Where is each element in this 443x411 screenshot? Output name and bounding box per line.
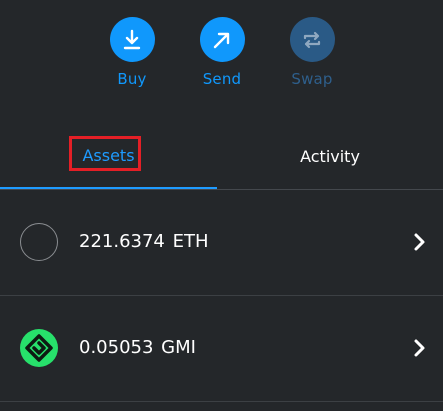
send-icon-circle[interactable] (199, 17, 245, 62)
send-button[interactable]: Send (182, 17, 262, 92)
send-label: Send (202, 70, 242, 88)
action-bar: Buy Send Swap (0, 17, 443, 97)
swap-icon-circle[interactable] (289, 17, 335, 62)
download-arrow-icon (123, 29, 141, 49)
asset-amount: 221.6374 (79, 231, 165, 252)
asset-row-eth[interactable]: 221.6374 ETH (0, 190, 443, 296)
buy-label: Buy (117, 70, 147, 88)
asset-symbol: GMI (161, 337, 196, 358)
asset-symbol: ETH (172, 231, 209, 252)
asset-balance-gmi: 0.05053 GMI (79, 337, 196, 358)
diagonal-arrow-icon (213, 32, 230, 48)
gmi-token-icon (20, 329, 58, 367)
swap-button[interactable]: Swap (272, 17, 352, 92)
tab-bar: Assets Activity (0, 124, 443, 190)
swap-label: Swap (291, 70, 333, 88)
chevron-right-icon (414, 233, 425, 251)
swap-arrows-icon (303, 31, 321, 48)
buy-button[interactable]: Buy (92, 17, 172, 92)
assets-highlight-box (69, 136, 141, 171)
asset-amount: 0.05053 (79, 337, 154, 358)
asset-balance-eth: 221.6374 ETH (79, 231, 209, 252)
asset-row-gmi[interactable]: 0.05053 GMI (0, 296, 443, 402)
tab-activity-label: Activity (300, 146, 360, 166)
wallet-view: Buy Send Swap Assets Activity 221.6374 E… (0, 0, 443, 411)
buy-icon-circle[interactable] (109, 17, 155, 62)
tab-activity[interactable]: Activity (217, 124, 443, 188)
empty-token-icon (20, 223, 58, 261)
chevron-right-icon (414, 339, 425, 357)
